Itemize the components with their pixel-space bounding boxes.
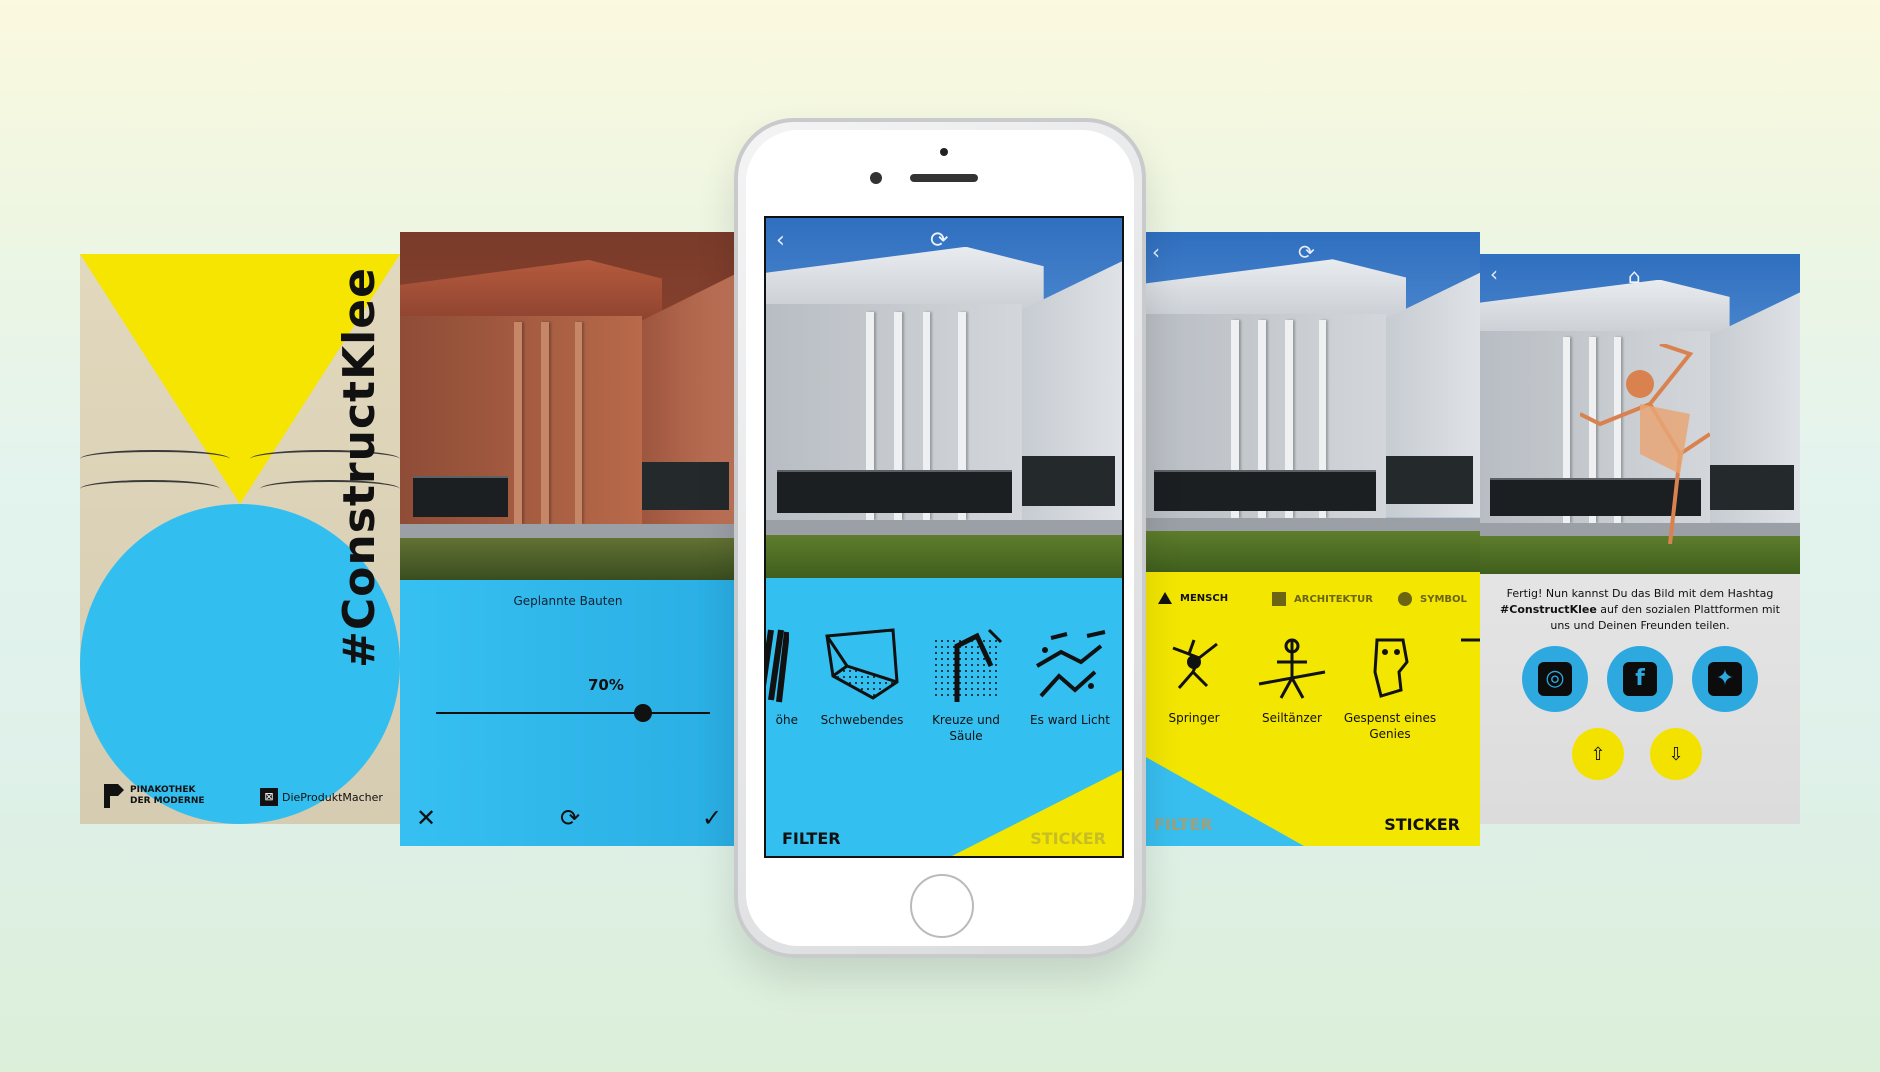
instagram-icon: ◎ — [1538, 662, 1572, 696]
licht-icon — [1035, 630, 1106, 698]
kreuze-icon — [931, 628, 1003, 702]
tab-architektur-label: ARCHITEKTUR — [1294, 593, 1373, 605]
pinakothek-logo: PINAKOTHEK DER MODERNE — [104, 784, 210, 808]
sticker-item[interactable]: Es ward Licht — [1022, 626, 1118, 728]
sticker-label: Schwebendes — [820, 713, 904, 727]
produktmacher-logo-text: DieProduktMacher — [282, 790, 383, 804]
sticker-item[interactable]: Springer — [1146, 632, 1242, 726]
rotate-icon[interactable]: ⟳ — [1298, 240, 1315, 264]
building-photo — [766, 218, 1122, 578]
slider-value: 70% — [588, 676, 624, 694]
phone-frame: ‹ ⟳ öhe Schwebendes Kreuze und Säule Es … — [734, 118, 1146, 958]
download-button[interactable]: ⇩ — [1650, 728, 1702, 780]
sticker-label: Gespenst eines Genies — [1343, 711, 1437, 741]
sticker-label: öhe — [775, 713, 798, 727]
front-camera — [870, 172, 882, 184]
home-icon[interactable]: ⌂ — [1628, 264, 1641, 288]
phone-screen: ‹ ⟳ öhe Schwebendes Kreuze und Säule Es … — [764, 216, 1124, 858]
chevron-left-icon[interactable]: ‹ — [1152, 240, 1160, 264]
triangle-icon — [1158, 592, 1172, 604]
intensity-slider-handle[interactable] — [634, 704, 652, 722]
chevron-left-icon[interactable]: ‹ — [1490, 262, 1498, 286]
share-screen: ‹ ⌂ Fertig! Nun kannst Du das Bild mit d… — [1480, 254, 1800, 824]
sticker-item[interactable]: Seiltänzer — [1244, 632, 1340, 726]
springer-icon — [1172, 639, 1218, 689]
sticker-item[interactable]: öhe — [766, 626, 798, 728]
produktmacher-logo: ⊠ DieProduktMacher — [260, 788, 383, 806]
sticker-item[interactable]: Gespenst eines Genies — [1342, 632, 1438, 742]
sticker-item[interactable]: Schwebendes — [814, 626, 910, 728]
pinakothek-mark-icon — [104, 784, 124, 808]
facebook-button[interactable]: f — [1607, 646, 1673, 712]
gespenst-icon — [1373, 638, 1409, 698]
schwebendes-icon — [825, 628, 899, 700]
tab-filter[interactable]: FILTER — [782, 829, 841, 848]
refresh-icon[interactable]: ⟳ — [560, 806, 580, 830]
share-icon: ⇧ — [1590, 743, 1606, 765]
check-icon[interactable]: ✓ — [702, 806, 722, 830]
sketch-line — [80, 480, 220, 498]
proximity-sensor — [940, 148, 948, 156]
sticker-label: Es ward Licht — [1030, 713, 1110, 727]
sticker-item[interactable]: Kreuze und Säule — [918, 626, 1014, 744]
tab-symbol-label: SYMBOL — [1420, 593, 1467, 605]
earpiece-speaker — [910, 174, 978, 182]
twitter-icon: ✦ — [1708, 662, 1742, 696]
building-photo — [1480, 254, 1800, 574]
tab-symbol[interactable]: SYMBOL — [1398, 592, 1467, 606]
home-button[interactable] — [910, 874, 974, 938]
tab-sticker[interactable]: STICKER — [1030, 829, 1106, 848]
sticker-screen: ‹ ⟳ MENSCH ARCHITEKTUR SYMBOL Springer S… — [1144, 232, 1480, 846]
sticker-label: D — [1440, 710, 1480, 726]
intensity-slider-track[interactable] — [436, 712, 710, 714]
sticker-item[interactable]: D — [1440, 632, 1480, 726]
tab-mensch[interactable]: MENSCH — [1158, 592, 1228, 604]
poster-hashtag: #ConstructKlee — [334, 267, 385, 668]
square-icon — [1272, 592, 1286, 606]
sticker-label: Springer — [1168, 711, 1220, 725]
building-photo — [1144, 232, 1480, 572]
sticker-overlay — [1580, 344, 1710, 544]
twitter-button[interactable]: ✦ — [1692, 646, 1758, 712]
pinakothek-logo-text: PINAKOTHEK DER MODERNE — [130, 785, 205, 806]
tab-mensch-label: MENSCH — [1180, 592, 1229, 604]
instagram-button[interactable]: ◎ — [1522, 646, 1588, 712]
sticker-label: Kreuze und Säule — [932, 713, 1000, 743]
sticker-label: Seiltänzer — [1262, 711, 1322, 725]
sticker-icon — [1461, 638, 1480, 642]
share-button[interactable]: ⇧ — [1572, 728, 1624, 780]
facebook-icon: f — [1623, 662, 1657, 696]
tab-sticker[interactable]: STICKER — [1384, 815, 1460, 834]
sketch-line — [80, 450, 230, 468]
poster-panel: #ConstructKlee PINAKOTHEK DER MODERNE ⊠ … — [80, 254, 400, 824]
produktmacher-mark-icon: ⊠ — [260, 788, 278, 806]
sticker-icon — [766, 629, 789, 703]
share-message-hashtag: #ConstructKlee — [1500, 603, 1597, 616]
filter-title: Geplannte Bauten — [513, 594, 623, 608]
download-icon: ⇩ — [1668, 743, 1684, 765]
tab-filter[interactable]: FILTER — [1154, 815, 1213, 834]
rotate-icon[interactable]: ⟳ — [930, 228, 948, 253]
building-photo — [400, 232, 736, 580]
filter-screen: Geplannte Bauten 70% ✕ ⟳ ✓ — [400, 232, 736, 846]
chevron-left-icon[interactable]: ‹ — [776, 228, 785, 253]
close-icon[interactable]: ✕ — [416, 806, 436, 830]
share-message-text: Fertig! Nun kannst Du das Bild mit dem H… — [1506, 587, 1774, 600]
circle-icon — [1398, 592, 1412, 606]
share-message: Fertig! Nun kannst Du das Bild mit dem H… — [1490, 586, 1790, 634]
tab-architektur[interactable]: ARCHITEKTUR — [1272, 592, 1373, 606]
seiltaenzer-icon — [1258, 638, 1326, 699]
